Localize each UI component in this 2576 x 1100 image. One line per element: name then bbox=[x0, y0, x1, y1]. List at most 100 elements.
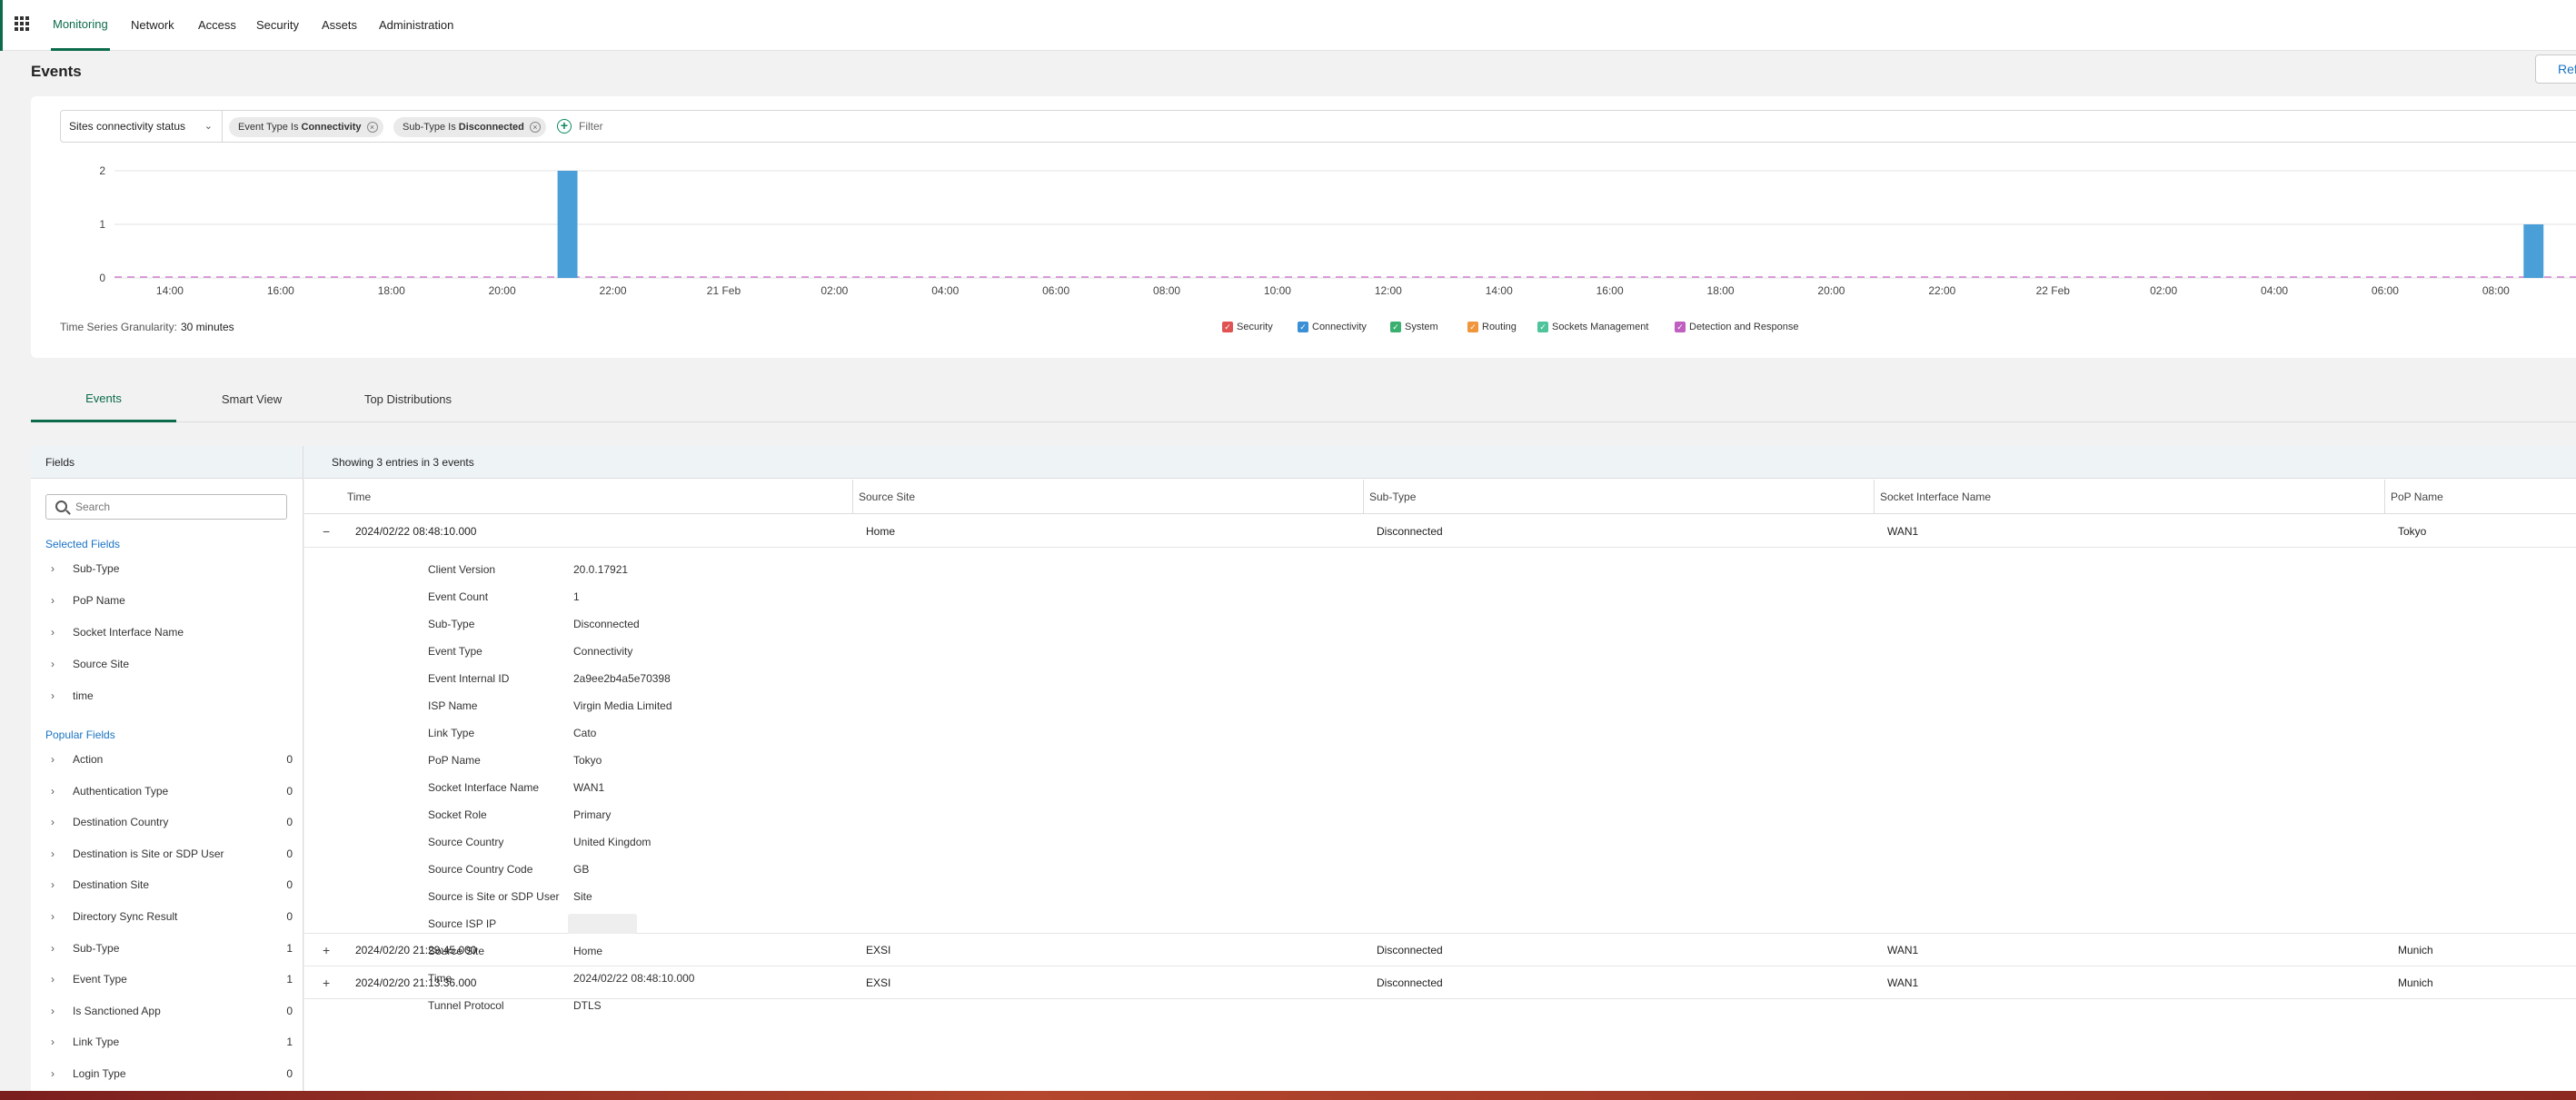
x-tick-label: 06:00 bbox=[2372, 284, 2399, 297]
col-source-site[interactable]: Source Site bbox=[852, 480, 1363, 514]
selected-field[interactable]: › time bbox=[47, 686, 293, 706]
expand-icon[interactable]: + bbox=[323, 934, 330, 966]
detail-value[interactable]: Virgin Media Limited bbox=[573, 699, 672, 712]
x-tick-label: 20:00 bbox=[489, 284, 516, 297]
checkbox-checked-icon[interactable]: ✓ bbox=[1390, 322, 1401, 332]
nav-network[interactable]: Network bbox=[131, 0, 174, 51]
field-count: 0 bbox=[286, 847, 293, 860]
detail-value[interactable]: Site bbox=[573, 890, 592, 903]
fields-search[interactable] bbox=[45, 494, 287, 520]
col-socket-interface-name[interactable]: Socket Interface Name bbox=[1874, 480, 2384, 514]
histogram-bar[interactable] bbox=[557, 171, 578, 278]
nav-monitoring[interactable]: Monitoring bbox=[51, 0, 110, 51]
col-pop-name[interactable]: PoP Name bbox=[2384, 480, 2576, 514]
table-row[interactable]: +2024/02/20 21:13:36.000 EXSI Disconnected… bbox=[304, 966, 2576, 999]
chevron-right-icon: › bbox=[51, 1036, 55, 1049]
filter-input[interactable]: Filter bbox=[579, 111, 603, 142]
field-name: Action bbox=[73, 753, 104, 766]
detail-value[interactable]: Connectivity bbox=[573, 645, 632, 658]
checkbox-checked-icon[interactable]: ✓ bbox=[1537, 322, 1548, 332]
selected-field[interactable]: › Sub-Type bbox=[47, 559, 293, 579]
popular-field[interactable]: › Action 0 bbox=[47, 749, 293, 769]
checkbox-checked-icon[interactable]: ✓ bbox=[1675, 322, 1686, 332]
detail-value[interactable]: WAN1 bbox=[573, 781, 604, 794]
apps-grid-icon[interactable] bbox=[15, 16, 29, 31]
chevron-right-icon: › bbox=[51, 878, 55, 892]
popular-field[interactable]: › Is Sanctioned App 0 bbox=[47, 1001, 293, 1021]
detail-key: Socket Role bbox=[428, 808, 487, 821]
detail-value[interactable]: 2a9ee2b4a5e70398 bbox=[573, 672, 671, 685]
nav-security[interactable]: Security bbox=[256, 0, 299, 51]
detail-key: Link Type bbox=[428, 727, 475, 739]
expand-icon[interactable]: + bbox=[323, 966, 330, 999]
legend-item[interactable]: ✓ System bbox=[1390, 322, 1438, 332]
detail-value[interactable]: Primary bbox=[573, 808, 611, 821]
tab-smart-view[interactable]: Smart View bbox=[184, 377, 320, 422]
nav-access[interactable]: Access bbox=[198, 0, 236, 51]
popular-field[interactable]: › Directory Sync Result 0 bbox=[47, 907, 293, 927]
add-filter-icon[interactable]: + bbox=[557, 119, 572, 134]
x-tick-label: 14:00 bbox=[156, 284, 184, 297]
legend-item[interactable]: ✓ Detection and Response bbox=[1675, 322, 1798, 332]
events-summary: Showing 3 entries in 3 events bbox=[304, 446, 2576, 479]
selected-field[interactable]: › PoP Name bbox=[47, 590, 293, 610]
legend-item[interactable]: ✓ Routing bbox=[1467, 322, 1517, 332]
detail-value[interactable]: 20.0.17921 bbox=[573, 563, 628, 576]
popular-field[interactable]: › Authentication Type 0 bbox=[47, 781, 293, 801]
detail-value[interactable]: Disconnected bbox=[573, 618, 640, 630]
refresh-button[interactable]: Ref bbox=[2535, 55, 2576, 84]
field-name: Socket Interface Name bbox=[73, 626, 184, 639]
detail-value[interactable]: Cato bbox=[573, 727, 596, 739]
checkbox-checked-icon[interactable]: ✓ bbox=[1467, 322, 1478, 332]
popular-field[interactable]: › Link Type 1 bbox=[47, 1032, 293, 1052]
nav-administration[interactable]: Administration bbox=[379, 0, 453, 51]
close-icon[interactable]: × bbox=[529, 122, 541, 133]
events-histogram: 0 1 2 14:00 16:00 18:00 20:00 22:00 21 Feb 02:00 0… bbox=[99, 164, 2576, 297]
detail-value[interactable]: United Kingdom bbox=[573, 836, 651, 848]
col-sub-type[interactable]: Sub-Type bbox=[1363, 480, 1874, 514]
popular-field[interactable]: › Destination is Site or SDP User 0 bbox=[47, 844, 293, 864]
legend-item[interactable]: ✓ Connectivity bbox=[1298, 322, 1367, 332]
filter-chip-sub-type[interactable]: Sub-Type Is Disconnected × bbox=[393, 117, 546, 137]
selected-field[interactable]: › Socket Interface Name bbox=[47, 622, 293, 642]
popular-field[interactable]: › Login Type 0 bbox=[47, 1064, 293, 1084]
checkbox-checked-icon[interactable]: ✓ bbox=[1298, 322, 1308, 332]
legend-item[interactable]: ✓ Security bbox=[1222, 322, 1273, 332]
top-nav: Monitoring Network Access Security Asset… bbox=[0, 0, 2576, 51]
chip-value: Connectivity bbox=[301, 122, 362, 133]
cell-pop-name: Tokyo bbox=[2398, 525, 2427, 538]
table-row[interactable]: − 2024/02/22 08:48:10.000 Home Disconnected… bbox=[304, 515, 2576, 548]
query-dropdown[interactable]: Sites connectivity status ⌄ bbox=[61, 111, 223, 142]
histogram-bar[interactable] bbox=[2523, 224, 2544, 278]
checkbox-checked-icon[interactable]: ✓ bbox=[1222, 322, 1233, 332]
detail-value[interactable]: Tokyo bbox=[573, 754, 602, 767]
chevron-right-icon: › bbox=[51, 1067, 55, 1080]
filter-chip-event-type[interactable]: Event Type Is Connectivity × bbox=[229, 117, 383, 137]
detail-value[interactable]: DTLS bbox=[573, 999, 602, 1012]
view-tabs: Events Smart View Top Distributions bbox=[31, 377, 2576, 422]
table-row[interactable]: +2024/02/20 21:29:45.000 EXSI Disconnected… bbox=[304, 934, 2576, 966]
chevron-right-icon: › bbox=[51, 562, 55, 575]
chevron-right-icon: › bbox=[51, 816, 55, 829]
legend-item[interactable]: ✓ Sockets Management bbox=[1537, 322, 1648, 332]
field-count: 0 bbox=[286, 816, 293, 829]
collapse-icon[interactable]: − bbox=[323, 515, 330, 548]
tab-top-distributions[interactable]: Top Distributions bbox=[331, 377, 485, 422]
popular-field[interactable]: › Sub-Type 1 bbox=[47, 938, 293, 958]
nav-assets[interactable]: Assets bbox=[322, 0, 357, 51]
popular-field[interactable]: › Destination Country 0 bbox=[47, 812, 293, 832]
popular-field[interactable]: › Event Type 1 bbox=[47, 969, 293, 989]
search-input[interactable] bbox=[75, 499, 275, 515]
x-tick-label: 04:00 bbox=[931, 284, 959, 297]
popular-field[interactable]: › Destination Site 0 bbox=[47, 875, 293, 895]
cell-socket-interface: WAN1 bbox=[1887, 976, 1919, 989]
close-icon[interactable]: × bbox=[366, 122, 378, 133]
selected-field[interactable]: › Source Site bbox=[47, 654, 293, 674]
tab-events[interactable]: Events bbox=[31, 377, 176, 422]
chip-key: Sub-Type Is bbox=[403, 122, 459, 133]
detail-value[interactable]: GB bbox=[573, 863, 589, 876]
col-time[interactable]: Time bbox=[341, 480, 852, 514]
detail-key: Source ISP IP bbox=[428, 917, 497, 930]
x-tick-label: 02:00 bbox=[2150, 284, 2177, 297]
detail-value[interactable]: 1 bbox=[573, 590, 580, 603]
